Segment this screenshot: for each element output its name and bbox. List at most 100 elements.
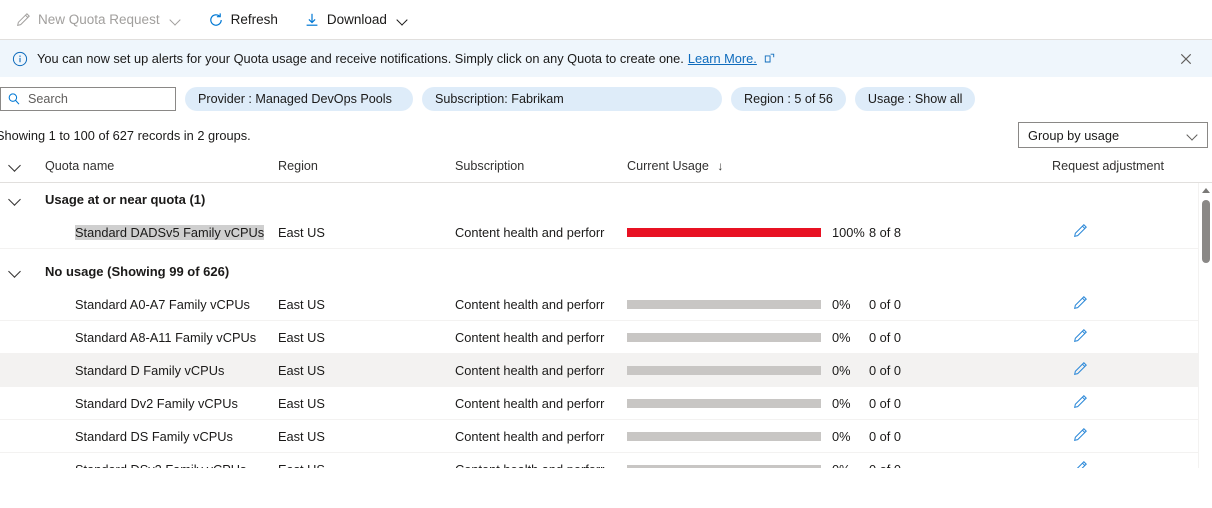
subscription-text: Content health and perforr [455,296,605,312]
request-adjustment-pencil-button[interactable] [1068,457,1092,468]
cell-subscription: Content health and perforr [455,462,627,469]
download-button[interactable]: Download [296,5,417,35]
cell-request-adjustment [1050,220,1212,244]
expand-all-toggle[interactable] [0,160,30,172]
subscription-text: Content health and perforr [455,395,605,411]
cell-region: East US [278,362,325,378]
filter-pill-provider[interactable]: Provider : Managed DevOps Pools [185,87,413,111]
column-header-current-usage[interactable]: Current Usage ↓ [627,159,1050,173]
cell-subscription: Content health and perforr [455,396,627,411]
subscription-text: Content health and perforr [455,362,605,378]
usage-bar-track [627,227,821,237]
subscription-text: Content health and perforr [455,462,627,469]
banner-close-button[interactable] [1172,45,1200,73]
table-row[interactable]: Standard DS Family vCPUs East US Content h… [0,420,1212,453]
group-collapse-toggle[interactable] [0,194,30,206]
usage-bar-track [627,464,821,468]
cell-region: East US [278,462,455,469]
search-input[interactable]: Search [0,87,176,111]
subscription-text: Content health and perforr [455,329,605,345]
request-adjustment-pencil-button[interactable] [1068,391,1092,415]
table-row[interactable]: Standard A8-A11 Family vCPUs East US Conte… [0,321,1212,354]
cell-request-adjustment [1050,424,1212,448]
filter-pill-subscription[interactable]: Subscription: Fabrikam [422,87,722,111]
scrollbar-thumb[interactable] [1202,200,1210,263]
request-adjustment-pencil-button[interactable] [1068,325,1092,349]
group-by-dropdown[interactable]: Group by usage [1018,122,1208,148]
banner-message: You can now set up alerts for your Quota… [37,51,684,66]
subscription-text: Content health and perforr [455,224,605,240]
pencil-icon [1073,328,1088,346]
group-header-label: No usage (Showing 99 of 626) [45,264,230,279]
search-placeholder: Search [28,92,68,106]
cell-subscription: Content health and perforr [455,429,627,444]
caret-up-icon [1202,187,1210,193]
usage-ratio-label: 0 of 0 [869,296,902,312]
usage-percent-label: 0% [832,296,851,312]
pencil-icon [1073,460,1088,468]
cell-quota-name[interactable]: Standard DSv2 Family vCPUs [30,462,278,469]
learn-more-link[interactable]: Learn More. [688,51,757,66]
usage-bar-track [627,332,821,342]
table-row[interactable]: Standard DSv2 Family vCPUs East USContent… [0,453,1212,468]
column-header-request-adjustment[interactable]: Request adjustment [1050,159,1212,173]
filter-pill-region[interactable]: Region : 5 of 56 [731,87,846,111]
cell-quota-name[interactable]: Standard D Family vCPUs [30,363,278,378]
new-quota-request-button[interactable]: New Quota Request [8,5,190,35]
search-icon [7,92,21,106]
usage-bar-fill [627,227,821,237]
chevron-down-icon [9,266,21,278]
external-link-icon[interactable] [764,53,775,64]
usage-bar-track [627,365,821,375]
table-body-scroll-area: Usage at or near quota (1) Standard DADSv… [0,183,1212,468]
usage-ratio-label: 0 of 0 [869,362,902,378]
group-collapse-toggle[interactable] [0,266,30,278]
request-adjustment-pencil-button[interactable] [1068,424,1092,448]
quota-name-text: Standard DS Family vCPUs [75,428,233,444]
refresh-button[interactable]: Refresh [200,5,286,35]
column-header-quota-name[interactable]: Quota name [30,159,278,173]
cell-request-adjustment [1050,292,1212,316]
table-group-header[interactable]: No usage (Showing 99 of 626) [0,255,1212,288]
vertical-scrollbar[interactable] [1198,183,1212,468]
request-adjustment-pencil-button[interactable] [1068,292,1092,316]
cell-request-adjustment [1050,457,1212,468]
cell-request-adjustment [1050,358,1212,382]
refresh-label: Refresh [230,12,278,27]
subscription-text: Content health and perforr [455,428,605,444]
chevron-down-icon [9,194,21,206]
close-icon [1180,53,1192,65]
request-adjustment-pencil-button[interactable] [1068,358,1092,382]
column-header-region[interactable]: Region [278,159,455,173]
cell-quota-name[interactable]: Standard A8-A11 Family vCPUs [30,330,278,345]
cell-quota-name[interactable]: Standard A0-A7 Family vCPUs [30,297,278,312]
cell-quota-name[interactable]: Standard DADSv5 Family vCPUs [30,224,278,240]
chevron-down-icon[interactable] [170,14,182,26]
column-header-current-usage-label: Current Usage [627,159,709,173]
table-row[interactable]: Standard A0-A7 Family vCPUs East US Conten… [0,288,1212,321]
group-by-value: Group by usage [1028,127,1120,143]
chevron-down-icon[interactable] [397,14,409,26]
cell-quota-name[interactable]: Standard Dv2 Family vCPUs [30,396,278,411]
cell-quota-name[interactable]: Standard DS Family vCPUs [30,429,278,444]
cell-current-usage: 0% 0 of 0 [627,396,1050,411]
cell-subscription: Content health and perforr [455,363,627,378]
scroll-up-button[interactable] [1199,183,1212,197]
usage-percent-label: 0% [832,395,851,411]
cell-region: East US [278,224,325,240]
usage-ratio-label: 0 of 0 [869,462,901,469]
info-icon [12,51,28,67]
filter-pill-usage[interactable]: Usage : Show all [854,87,976,111]
table-rows-container: Usage at or near quota (1) Standard DADSv… [0,183,1212,468]
chevron-down-icon [1187,129,1199,141]
command-toolbar: New Quota Request Refresh Download [0,0,1212,40]
table-row[interactable]: Standard D Family vCPUs East US Content he… [0,354,1212,387]
cell-current-usage: 0% 0 of 0 [627,330,1050,345]
column-header-subscription[interactable]: Subscription [455,159,627,173]
table-row[interactable]: Standard DADSv5 Family vCPUs East US Conte… [0,216,1212,249]
table-group-header[interactable]: Usage at or near quota (1) [0,183,1212,216]
usage-bar-track [627,398,821,408]
table-row[interactable]: Standard Dv2 Family vCPUs East US Content … [0,387,1212,420]
cell-subscription: Content health and perforr [455,297,627,312]
request-adjustment-pencil-button[interactable] [1068,220,1092,244]
